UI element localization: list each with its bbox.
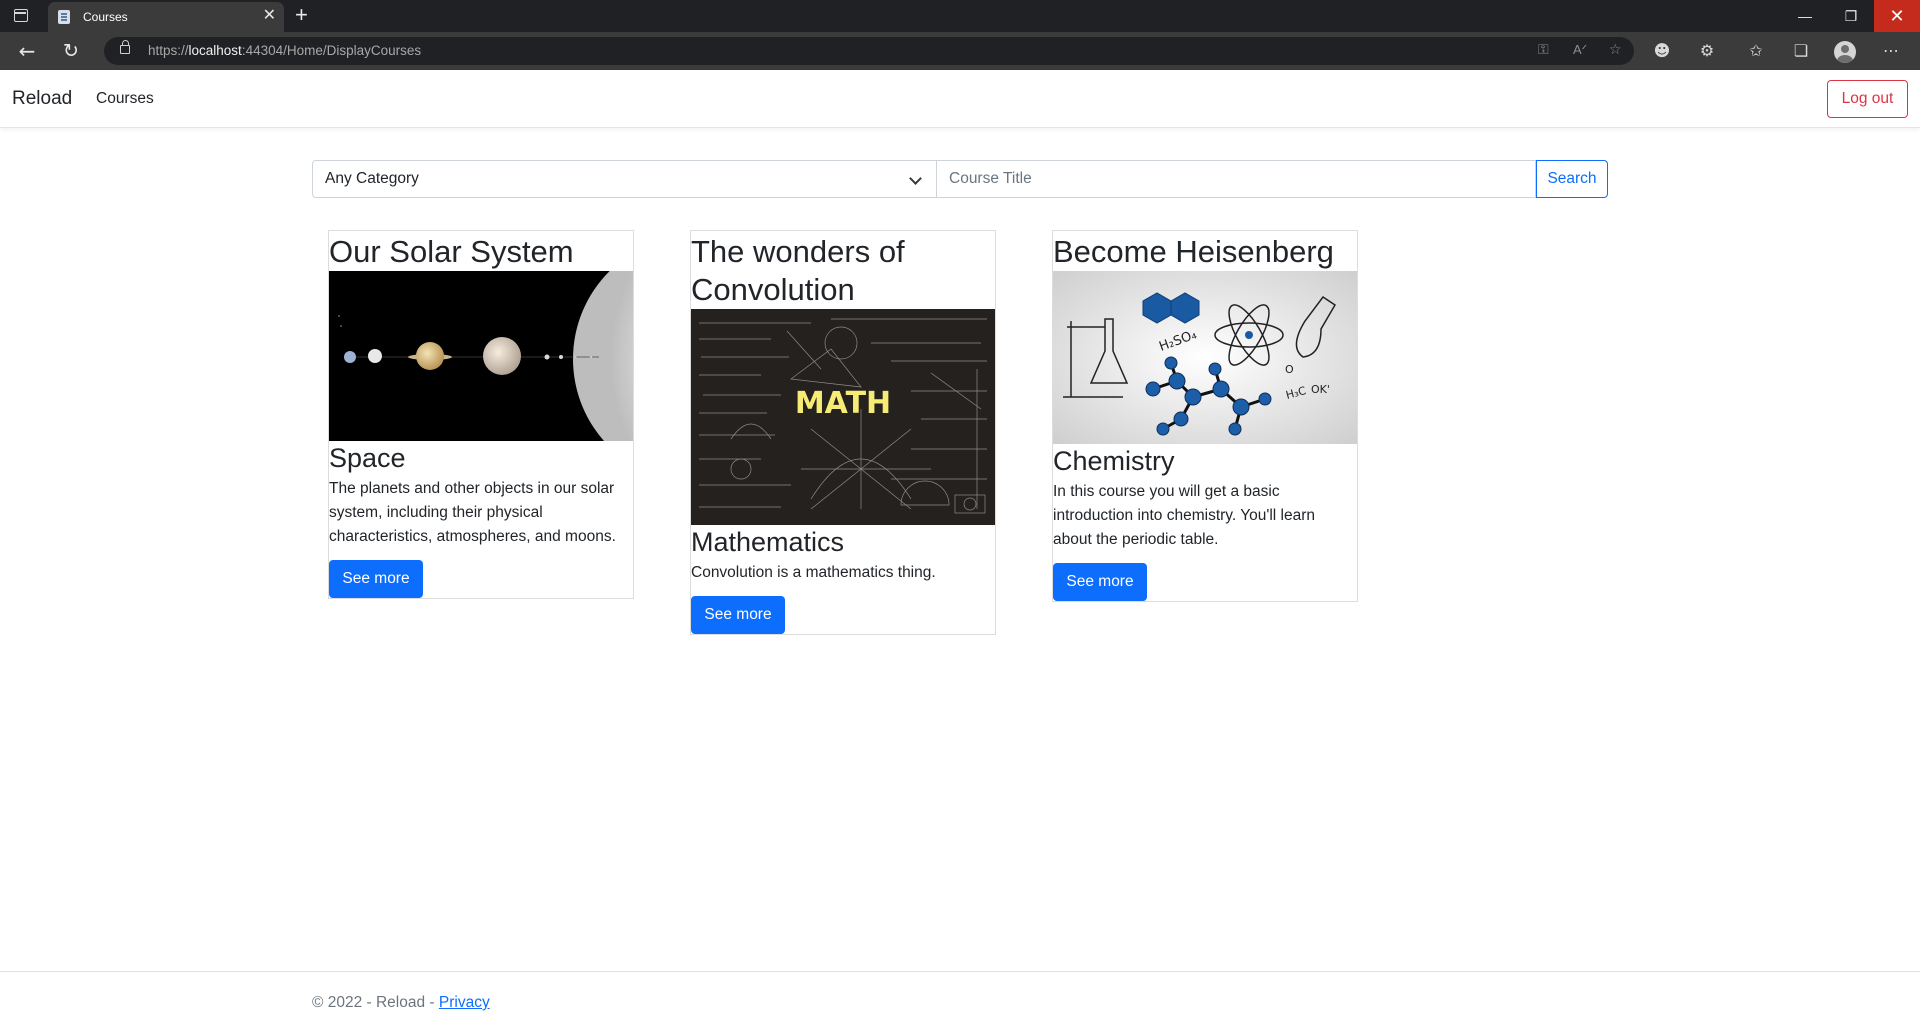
search-button[interactable]: Search xyxy=(1536,160,1608,198)
extensions-puzzle-icon[interactable]: ⚙ xyxy=(1696,40,1718,62)
read-aloud-icon[interactable]: Aᐟ xyxy=(1573,42,1587,58)
course-title: The wonders of Convolution xyxy=(691,234,905,307)
browser-tab-courses[interactable]: Courses ✕ xyxy=(48,2,284,32)
see-more-button[interactable]: See more xyxy=(329,560,423,598)
math-label-text: MATH xyxy=(795,386,891,421)
chevron-down-icon xyxy=(909,172,922,185)
tab-actions-icon[interactable] xyxy=(14,9,28,22)
footer-text: © 2022 - Reload - Privacy xyxy=(312,994,490,1012)
url-text[interactable]: https://localhost:44304/Home/DisplayCour… xyxy=(148,43,421,58)
course-category: Space xyxy=(329,443,406,473)
solar-system-image xyxy=(329,271,633,441)
course-card: Our Solar System Space The planets and o… xyxy=(328,230,634,599)
chemistry-image: H₂SO₄ H₃C O OK' xyxy=(1053,271,1357,444)
collections-icon[interactable]: ❏ xyxy=(1790,40,1812,62)
nav-link-courses[interactable]: Courses xyxy=(96,90,154,108)
course-description: Convolution is a mathematics thing. xyxy=(691,564,936,581)
reload-icon[interactable]: ↻ xyxy=(59,39,83,63)
more-menu-icon[interactable]: ⋯ xyxy=(1880,40,1902,62)
course-title: Our Solar System xyxy=(329,234,574,269)
course-category: Mathematics xyxy=(691,527,845,557)
footer-copyright: © 2022 - Reload - xyxy=(312,994,439,1011)
course-description: The planets and other objects in our sol… xyxy=(329,480,616,545)
password-key-icon[interactable]: ⚿ xyxy=(1538,42,1549,58)
course-category: Chemistry xyxy=(1053,446,1175,476)
lock-icon[interactable] xyxy=(120,40,130,54)
profile-avatar-icon[interactable] xyxy=(1834,41,1856,63)
add-favorite-star-icon[interactable]: ☆ xyxy=(1609,42,1622,58)
course-title-input[interactable] xyxy=(936,160,1536,198)
course-title: Become Heisenberg xyxy=(1053,234,1334,269)
window-close-button[interactable]: ✕ xyxy=(1874,0,1920,32)
window-restore-button[interactable]: ❐ xyxy=(1828,0,1874,32)
url-omnibox[interactable]: https://localhost:44304/Home/DisplayCour… xyxy=(104,37,1634,65)
browser-tab-bar: Courses ✕ + — ❐ ✕ xyxy=(0,0,1920,32)
back-arrow-icon[interactable]: ← xyxy=(15,39,39,63)
course-card: The wonders of Convolution MATH Mathemat… xyxy=(690,230,996,635)
course-search-form: Any Category Search xyxy=(312,160,1608,198)
ok-label: OK' xyxy=(1311,383,1330,396)
window-minimize-button[interactable]: — xyxy=(1782,0,1828,32)
oxygen-label: O xyxy=(1285,363,1294,376)
category-select[interactable]: Any Category xyxy=(312,160,937,198)
new-tab-plus-icon[interactable]: + xyxy=(295,2,308,28)
math-chalkboard-image: MATH xyxy=(691,309,995,525)
tab-title: Courses xyxy=(83,10,128,24)
browser-address-bar: ← ↻ https://localhost:44304/Home/Display… xyxy=(0,32,1920,70)
extension-face-icon[interactable]: ☻ xyxy=(1651,40,1673,62)
site-navbar: Reload Courses Log out xyxy=(0,70,1920,128)
course-description: In this course you will get a basic intr… xyxy=(1053,483,1316,548)
page-favicon-icon xyxy=(58,10,70,24)
privacy-link[interactable]: Privacy xyxy=(439,994,490,1011)
favorites-icon[interactable]: ✩ xyxy=(1745,40,1767,62)
tab-close-icon[interactable]: ✕ xyxy=(263,7,276,25)
category-selected-value: Any Category xyxy=(325,170,419,187)
see-more-button[interactable]: See more xyxy=(1053,563,1147,601)
site-footer: © 2022 - Reload - Privacy xyxy=(0,971,1920,1022)
course-card: Become Heisenberg H₂SO₄ H₃C O OK' Chemis… xyxy=(1052,230,1358,602)
brand-link[interactable]: Reload xyxy=(12,88,72,110)
logout-button[interactable]: Log out xyxy=(1827,80,1908,118)
see-more-button[interactable]: See more xyxy=(691,596,785,634)
